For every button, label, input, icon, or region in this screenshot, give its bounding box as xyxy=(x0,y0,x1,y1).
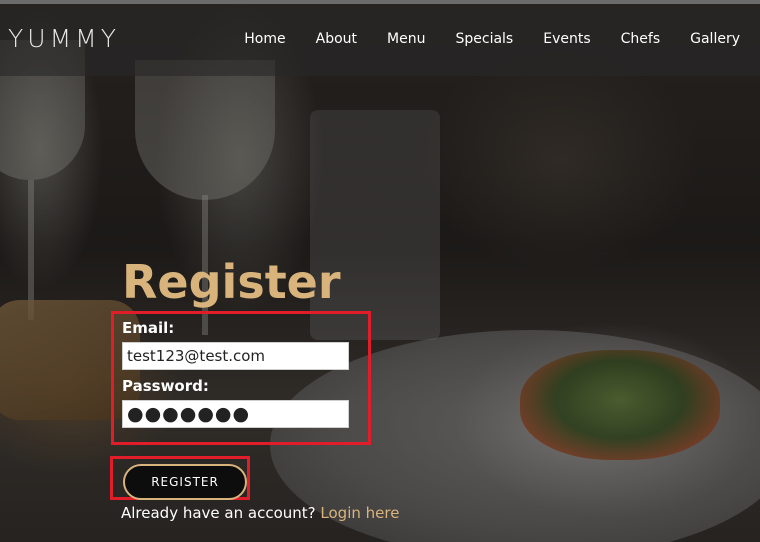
register-form: Register Email: test123@test.com Passwor… xyxy=(109,254,469,522)
page-title: Register xyxy=(122,255,341,309)
nav-link-home[interactable]: Home xyxy=(244,31,285,47)
password-label: Password: xyxy=(122,377,209,395)
nav-link-events[interactable]: Events xyxy=(543,31,590,47)
nav-link-specials[interactable]: Specials xyxy=(455,31,513,47)
register-highlight-box: REGISTER xyxy=(110,456,250,500)
register-button[interactable]: REGISTER xyxy=(123,464,247,500)
main-nav: Home About Menu Specials Events Chefs Ga… xyxy=(244,31,740,47)
page: YUMMY Home About Menu Specials Events Ch… xyxy=(0,0,760,542)
nav-link-about[interactable]: About xyxy=(316,31,357,47)
site-logo[interactable]: YUMMY xyxy=(8,24,120,53)
credentials-highlight-box: Email: test123@test.com Password: ●●●●●●… xyxy=(111,311,371,445)
login-prompt-text: Already have an account? xyxy=(121,504,316,522)
nav-link-gallery[interactable]: Gallery xyxy=(690,31,740,47)
top-navbar: YUMMY Home About Menu Specials Events Ch… xyxy=(0,0,760,76)
password-field[interactable]: ●●●●●●● xyxy=(122,400,349,428)
login-link[interactable]: Login here xyxy=(320,504,399,522)
nav-link-menu[interactable]: Menu xyxy=(387,31,425,47)
login-prompt: Already have an account? Login here xyxy=(121,504,461,522)
email-field[interactable]: test123@test.com xyxy=(122,342,349,370)
nav-link-chefs[interactable]: Chefs xyxy=(621,31,660,47)
email-label: Email: xyxy=(122,319,175,337)
